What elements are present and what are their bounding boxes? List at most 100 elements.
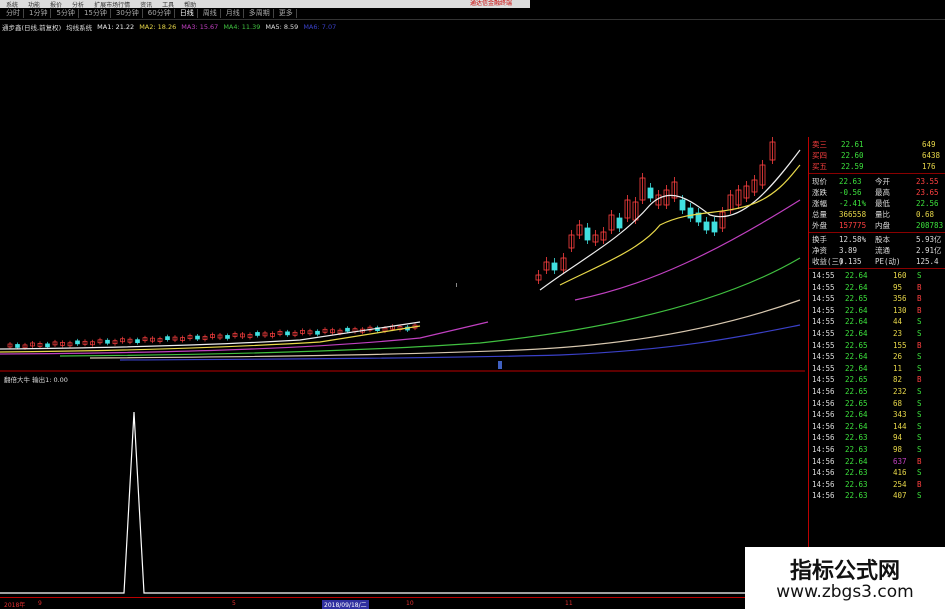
tick-volume: 68 — [893, 398, 903, 408]
menu-item[interactable]: 报价 — [50, 0, 62, 9]
stat-value: 0.135 — [839, 257, 862, 266]
tick-row: 14:56 22.63 254 B — [809, 479, 945, 490]
ma3-value: MA3: 15.67 — [181, 23, 219, 31]
tick-time: 14:55 — [812, 305, 835, 315]
tick-time: 14:56 — [812, 491, 835, 501]
tick-volume: 144 — [893, 421, 907, 431]
tick-price: 22.65 — [845, 340, 868, 350]
candle-body — [647, 187, 654, 199]
app-title: 通达信金融终端 — [470, 0, 513, 7]
tick-price: 22.65 — [845, 375, 868, 385]
stat-label: 净资 — [812, 246, 827, 255]
panel-separator — [809, 232, 945, 233]
orderbook-label: 卖三 — [812, 140, 827, 149]
date-label-1: 9 — [38, 600, 42, 607]
period-tab[interactable]: 5分钟 — [53, 9, 79, 18]
stat-value: 23.65 — [916, 188, 939, 197]
stat-label: 总量 — [812, 210, 827, 219]
tick-row: 14:56 22.64 144 S — [809, 421, 945, 432]
period-tab[interactable]: 30分钟 — [113, 9, 143, 18]
tick-volume: 155 — [893, 340, 907, 350]
ma-system-label[interactable]: 均线系统 — [66, 22, 92, 32]
period-tab[interactable]: 更多 — [276, 9, 297, 18]
stat-value: 208783 — [916, 221, 944, 230]
tick-time: 14:55 — [812, 294, 835, 304]
tick-side: S — [917, 387, 922, 396]
lower-indicator-label[interactable]: 翻倍大牛 输出1: 0.00 — [4, 374, 68, 384]
tick-price: 22.65 — [845, 387, 868, 396]
period-tab[interactable]: 周线 — [200, 9, 221, 18]
menu-item[interactable]: 资讯 — [140, 0, 152, 9]
tick-price: 22.64 — [845, 363, 868, 373]
stat-value: 22.63 — [839, 177, 862, 186]
menu-item[interactable]: 分析 — [72, 0, 84, 9]
period-tab[interactable]: 月线 — [223, 9, 244, 18]
period-tab[interactable]: 分时 — [3, 9, 24, 18]
tick-time: 14:55 — [812, 271, 835, 280]
stat-value: 23.55 — [916, 177, 939, 186]
period-tab[interactable]: 日线 — [177, 9, 198, 18]
ma4-value: MA4: 11.39 — [223, 23, 261, 31]
stat-label: 换手 — [812, 235, 827, 244]
tick-side: S — [917, 421, 922, 431]
tick-side: B — [917, 305, 922, 315]
tick-side: S — [917, 468, 922, 478]
menu-item[interactable]: 功能 — [28, 0, 40, 9]
quote-panel: 卖三 22.61 649 买四 22.60 6438 买五 22.59 176 现价 22.63 今开… — [808, 137, 945, 607]
tick-side: S — [917, 445, 922, 454]
date-label-3: 10 — [406, 600, 414, 607]
tick-volume: 82 — [893, 375, 903, 385]
ma-line — [59, 257, 801, 357]
stat-label: 内盘 — [875, 221, 890, 230]
stat-label: 外盘 — [812, 221, 827, 230]
candlesticks — [7, 137, 776, 350]
tick-row: 14:56 22.65 68 S — [809, 398, 945, 409]
tick-side: S — [917, 317, 922, 327]
candle-body — [105, 339, 110, 344]
tick-side: S — [917, 398, 922, 408]
stat-label: PE(动) — [875, 257, 901, 266]
stat-value: 366558 — [839, 210, 867, 219]
period-tab[interactable]: 多周期 — [246, 9, 274, 18]
tick-price: 22.63 — [845, 468, 868, 478]
orderbook-price: 22.59 — [841, 162, 864, 171]
tick-volume: 23 — [893, 329, 903, 338]
ma6-value: MA6: 7.07 — [303, 23, 337, 31]
tick-time: 14:56 — [812, 387, 835, 396]
candle-body — [616, 217, 623, 229]
tick-side: S — [917, 433, 922, 443]
tick-price: 22.65 — [845, 294, 868, 304]
menu-item[interactable]: 系统 — [6, 0, 18, 9]
tick-price: 22.64 — [845, 282, 868, 292]
tick-side: S — [917, 363, 922, 373]
orderbook-volume: 649 — [922, 140, 936, 149]
candle-body — [165, 336, 170, 340]
tick-price: 22.64 — [845, 317, 868, 327]
tick-row: 14:55 22.65 82 B — [809, 374, 945, 385]
tick-volume: 343 — [893, 410, 907, 420]
stat-label: 现价 — [812, 177, 827, 186]
kline-chart[interactable] — [0, 0, 805, 609]
tick-time: 14:56 — [812, 479, 835, 489]
tick-time: 14:55 — [812, 352, 835, 362]
tick-row: 14:56 22.65 232 S — [809, 386, 945, 397]
period-tab[interactable]: 60分钟 — [145, 9, 175, 18]
period-tab[interactable]: 1分钟 — [26, 9, 52, 18]
tick-time: 14:55 — [812, 340, 835, 350]
tick-row: 14:55 22.65 155 B — [809, 340, 945, 351]
indicator-spike-line — [0, 411, 805, 594]
indicator-output: 输出1: 0.00 — [32, 376, 68, 384]
tick-row: 14:56 22.63 407 S — [809, 490, 945, 501]
menu-item[interactable]: 扩展市场行情 — [94, 0, 130, 9]
candle-body — [285, 331, 290, 336]
period-tab[interactable]: 15分钟 — [81, 9, 111, 18]
menu-item[interactable]: 工具 — [162, 0, 174, 9]
tick-volume: 98 — [893, 445, 903, 454]
tick-time: 14:56 — [812, 410, 835, 420]
candle-body — [703, 221, 710, 231]
menu-item[interactable]: 帮助 — [184, 0, 196, 9]
tick-volume: 416 — [893, 468, 907, 478]
lower-indicator-pane — [0, 411, 805, 594]
menu-bar: 系统 功能 报价 分析 扩展市场行情 资讯 工具 帮助 通达信金融终端 — [0, 0, 530, 8]
tick-price: 22.64 — [845, 305, 868, 315]
